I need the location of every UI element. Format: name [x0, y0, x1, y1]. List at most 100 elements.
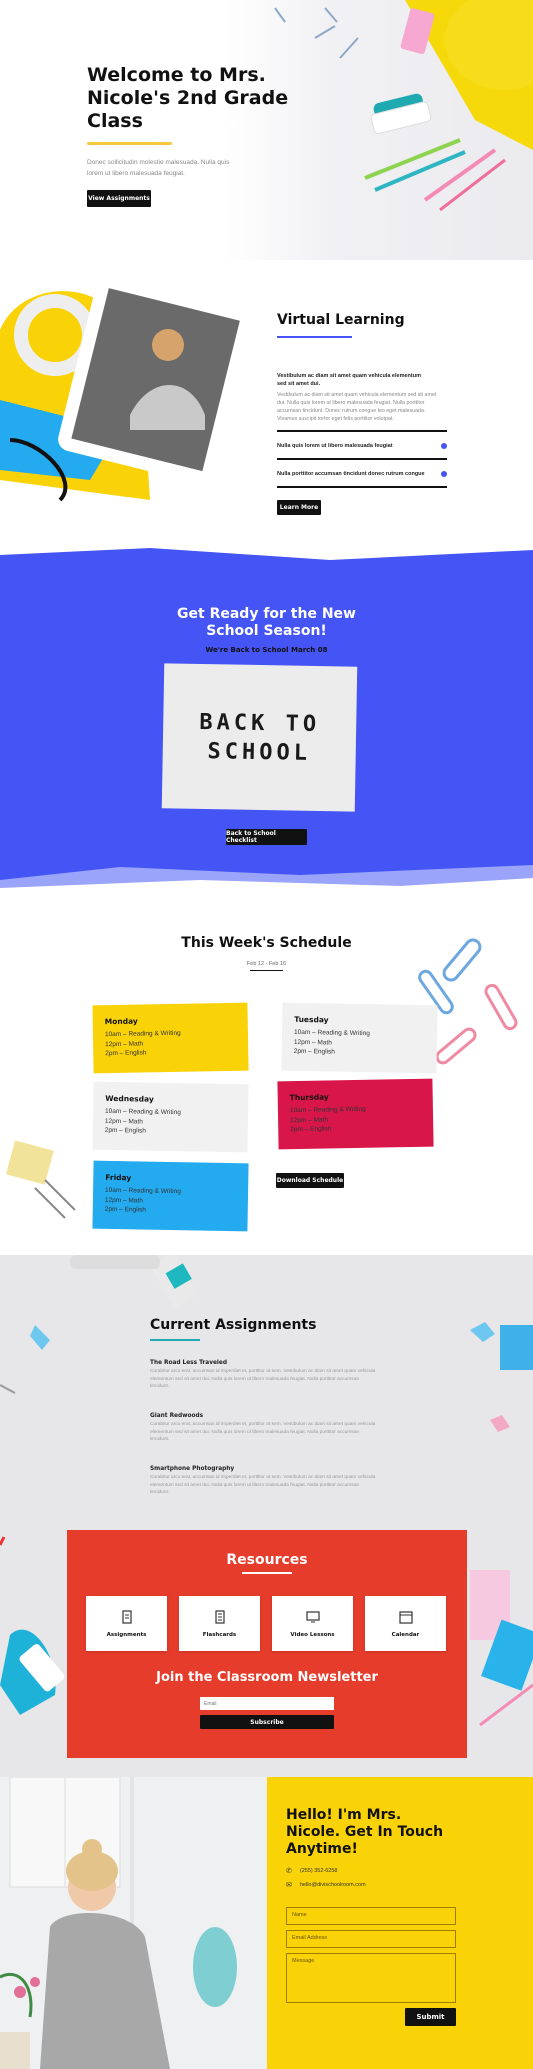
- name-field[interactable]: Name: [286, 1907, 456, 1925]
- schedule-line: 2pm – English: [105, 1049, 147, 1058]
- assignment-title: Giant Redwoods: [150, 1413, 204, 1419]
- virtual-body-line3: accumsan tincidunt. Donec rutrum congue …: [277, 408, 426, 414]
- assignment-desc-line: Curabitur arcu erat, accumsan id imperdi…: [150, 1369, 376, 1374]
- assignment-title: The Road Less Traveled: [150, 1360, 227, 1366]
- day-label: Monday: [104, 1016, 138, 1027]
- day-label: Wednesday: [105, 1093, 154, 1104]
- hero-text-line1: Donec sollicitudin molestie malesuada. N…: [87, 159, 230, 166]
- assignment-icon: [121, 1609, 132, 1624]
- virtual-intro-line2: sed sit amet dui.: [277, 381, 321, 387]
- assignment-desc-line: tincidunt.: [150, 1490, 170, 1495]
- download-schedule-button[interactable]: Download Schedule: [276, 1173, 344, 1188]
- contact-email[interactable]: ✉ hello@divischoolroom.com: [286, 1881, 366, 1889]
- phone-icon: ✆: [286, 1868, 292, 1875]
- assignment-title: Smartphone Photography: [150, 1466, 235, 1472]
- schedule-dates: Feb 12 - Feb 16: [246, 961, 287, 967]
- assignment-desc-line: elementum sed sit amet dui. Nulla quis l…: [150, 1482, 360, 1488]
- assignment-desc: Curabitur arcu erat, accumsan id imperdi…: [150, 1368, 390, 1391]
- mail-icon: ✉: [286, 1882, 292, 1889]
- schedule-line: 2pm – English: [293, 1047, 336, 1056]
- divider: [277, 486, 447, 488]
- assignment-desc-line: tincidunt.: [150, 1384, 170, 1389]
- video-icon: [305, 1610, 320, 1622]
- subscribe-button[interactable]: Subscribe: [200, 1715, 334, 1729]
- assignment-desc: Curabitur arcu erat, accumsan id imperdi…: [150, 1474, 390, 1497]
- accordion-item[interactable]: Nulla quis lorem ut libero malesuada feu…: [277, 439, 447, 453]
- day-label: Thursday: [289, 1092, 329, 1103]
- virtual-body-line4: Vivamus suscipit tortor eget felis portt…: [277, 416, 394, 422]
- assignment-item[interactable]: The Road Less Traveled Curabitur arcu er…: [150, 1360, 390, 1391]
- newsletter-title: Join the Classroom Newsletter: [156, 1670, 378, 1685]
- season-subtitle: We're Back to School March 08: [205, 646, 328, 654]
- assignments-title: Current Assignments: [150, 1317, 317, 1333]
- back-to-school-paper: BACK TO SCHOOL: [161, 663, 358, 812]
- assignment-desc-line: Curabitur arcu erat, accumsan id imperdi…: [150, 1475, 376, 1480]
- divider: [250, 970, 283, 971]
- plus-icon[interactable]: [441, 471, 447, 477]
- accordion-label: Nulla porttitor accumsan tincidunt donec…: [277, 471, 425, 477]
- back-to-school-section: Get Ready for the New School Season! We'…: [0, 540, 533, 900]
- schedule-line: 2pm – English: [104, 1205, 147, 1214]
- assignment-desc-line: tincidunt.: [150, 1437, 170, 1442]
- flashcard-icon: [214, 1609, 225, 1624]
- assignment-item[interactable]: Giant Redwoods Curabitur arcu erat, accu…: [150, 1413, 390, 1444]
- back-to-school-checklist-button[interactable]: Back to School Checklist: [226, 829, 307, 845]
- virtual-body-line1: Vestibulum ac diam sit amet quam vehicul…: [277, 392, 437, 398]
- schedule-note-thursday: Thursday 10am – Reading & Writing 12pm –…: [277, 1078, 434, 1150]
- schedule-note-monday: Monday 10am – Reading & Writing 12pm – M…: [92, 1002, 249, 1074]
- hero-title-line2: Nicole's 2nd Grade: [87, 87, 289, 109]
- resource-label: Assignments: [106, 1631, 147, 1638]
- assignments-section: Current Assignments The Road Less Travel…: [0, 1255, 533, 1777]
- sign-line2: SCHOOL: [207, 738, 312, 766]
- accordion-label: Nulla quis lorem ut libero malesuada feu…: [277, 443, 393, 449]
- schedule-line: 2pm – English: [290, 1125, 332, 1134]
- assignment-desc-line: elementum sed sit amet dui. Nulla quis l…: [150, 1429, 360, 1435]
- submit-button[interactable]: Submit: [405, 2008, 456, 2026]
- schedule-note-wednesday: Wednesday 10am – Reading & Writing 12pm …: [92, 1081, 249, 1153]
- teacher-photo: [0, 1777, 267, 2069]
- day-label: Friday: [105, 1172, 132, 1183]
- schedule-line: 2pm – English: [104, 1126, 147, 1135]
- learn-more-button[interactable]: Learn More: [277, 500, 321, 515]
- contact-title-line2: Nicole. Get In Touch: [286, 1824, 444, 1840]
- resource-card-assignments[interactable]: Assignments: [86, 1596, 167, 1651]
- virtual-body-line2: dui. Nulla quis lorem ut libero malesuad…: [277, 400, 425, 406]
- season-title-line2: School Season!: [206, 623, 327, 639]
- divider: [277, 430, 447, 432]
- schedule-note-friday: Friday 10am – Reading & Writing 12pm – M…: [92, 1160, 249, 1232]
- newsletter-email-input[interactable]: [200, 1697, 334, 1710]
- email-address-field[interactable]: Email Address: [286, 1930, 456, 1948]
- contact-title-line1: Hello! I'm Mrs.: [286, 1807, 402, 1823]
- hero-text-line2: lorem ut libero malesuada feugiat.: [87, 170, 185, 177]
- virtual-learning-title: Virtual Learning: [277, 312, 405, 328]
- hero-title-line1: Welcome to Mrs.: [87, 64, 266, 86]
- accordion-item[interactable]: Nulla porttitor accumsan tincidunt donec…: [277, 467, 447, 481]
- message-field[interactable]: Message: [286, 1953, 456, 2003]
- hero-title-line3: Class: [87, 110, 143, 132]
- virtual-learning-section: Virtual Learning Vestibulum ac diam sit …: [0, 240, 533, 540]
- contact-section: Hello! I'm Mrs. Nicole. Get In Touch Any…: [0, 1777, 533, 2069]
- white-underline: [242, 1572, 292, 1574]
- resources-title: Resources: [226, 1552, 308, 1568]
- email-address: hello@divischoolroom.com: [299, 1882, 366, 1888]
- view-assignments-button[interactable]: View Assignments: [87, 190, 151, 207]
- divider: [277, 458, 447, 460]
- assignment-desc-line: elementum sed sit amet dui. Nulla quis l…: [150, 1376, 360, 1382]
- sign-line1: BACK TO: [199, 709, 321, 737]
- blue-underline: [277, 336, 352, 338]
- assignment-desc-line: Curabitur arcu erat, accumsan id imperdi…: [150, 1422, 376, 1427]
- plus-icon[interactable]: [441, 443, 447, 449]
- resource-label: Video Lessons: [290, 1631, 335, 1638]
- resource-label: Calendar: [391, 1631, 420, 1638]
- virtual-intro-line1: Vestibulum ac diam sit amet quam vehicul…: [277, 373, 421, 379]
- schedule-note-tuesday: Tuesday 10am – Reading & Writing 12pm – …: [281, 1002, 438, 1074]
- calendar-icon: [398, 1610, 413, 1624]
- resources-panel: Resources Assignments Flashcards Video L…: [67, 1530, 467, 1758]
- schedule-section: This Week's Schedule Feb 12 - Feb 16 Mon…: [0, 900, 533, 1255]
- resource-card-calendar[interactable]: Calendar: [365, 1596, 446, 1651]
- contact-title-line3: Anytime!: [286, 1841, 358, 1857]
- resource-card-flashcards[interactable]: Flashcards: [179, 1596, 260, 1651]
- resource-card-video-lessons[interactable]: Video Lessons: [272, 1596, 353, 1651]
- contact-phone[interactable]: ✆ (255) 352-6258: [286, 1867, 338, 1875]
- assignment-item[interactable]: Smartphone Photography Curabitur arcu er…: [150, 1466, 390, 1497]
